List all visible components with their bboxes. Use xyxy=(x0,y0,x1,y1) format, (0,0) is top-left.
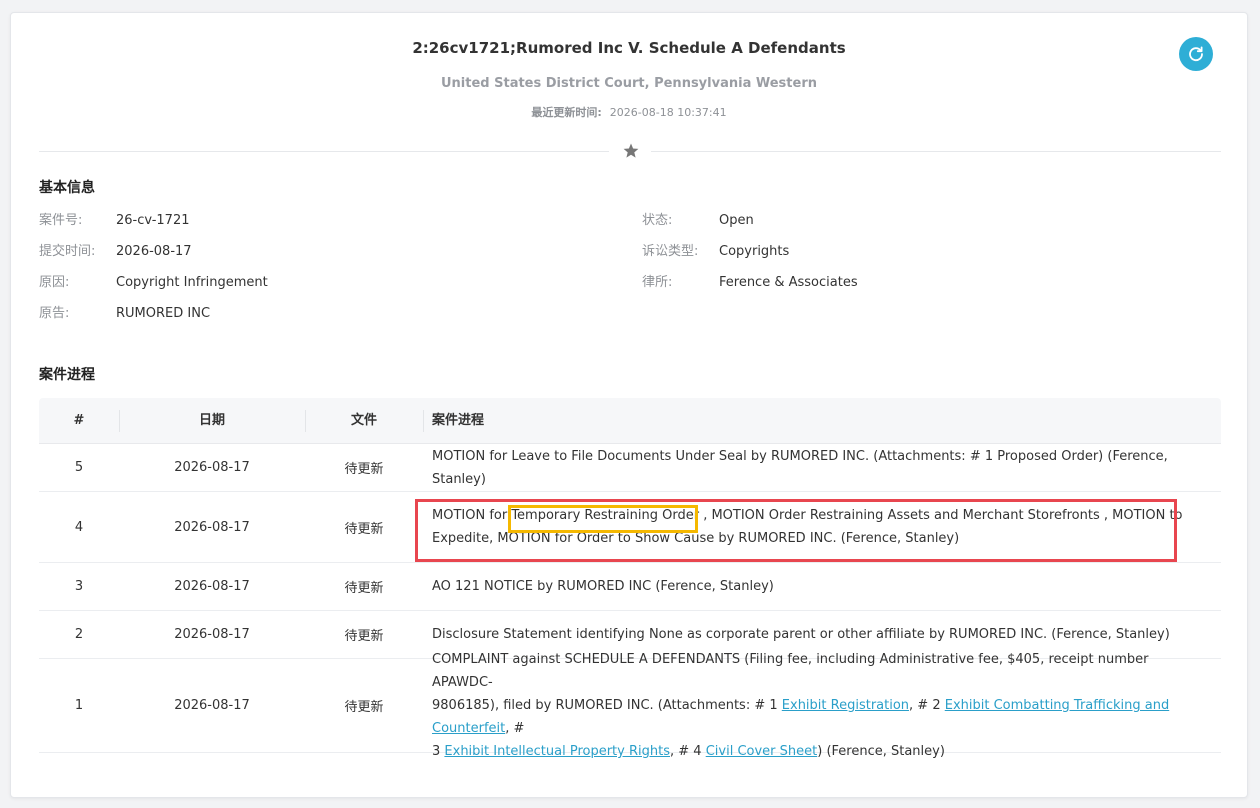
case-detail-card: 2:26cv1721;Rumored Inc V. Schedule A Def… xyxy=(10,12,1248,798)
exhibit-ip-rights-link[interactable]: Exhibit Intellectual Property Rights xyxy=(444,744,670,759)
table-row: 5 2026-08-17 待更新 MOTION for Leave to Fil… xyxy=(39,444,1221,492)
last-updated-value: 2026-08-18 10:37:41 xyxy=(609,106,727,119)
progress-title: 案件进程 xyxy=(39,367,95,383)
star-icon xyxy=(623,143,639,158)
last-updated: 最近更新时间: 2026-08-18 10:37:41 xyxy=(11,104,1247,120)
header-divider xyxy=(39,143,1221,158)
progress-table: # 日期 文件 案件进程 5 2026-08-17 待更新 MOTION for… xyxy=(39,398,1221,759)
refresh-icon xyxy=(1189,46,1203,62)
info-suit-type: 诉讼类型: Copyrights xyxy=(642,244,790,259)
info-plaintiff: 原告: RUMORED INC xyxy=(39,306,211,321)
case-title: 2:26cv1721;Rumored Inc V. Schedule A Def… xyxy=(412,39,846,57)
table-row: 4 2026-08-17 待更新 MOTION for Temporary Re… xyxy=(39,492,1221,563)
col-file: 文件 xyxy=(350,413,377,428)
basic-info-title: 基本信息 xyxy=(39,180,95,196)
last-updated-label: 最近更新时间: xyxy=(531,106,602,119)
col-number: # xyxy=(73,413,85,428)
info-case-number: 案件号: 26-cv-1721 xyxy=(39,213,190,228)
civil-cover-sheet-link[interactable]: Civil Cover Sheet xyxy=(706,744,818,759)
col-date: 日期 xyxy=(198,413,225,428)
info-cause: 原因: Copyright Infringement xyxy=(39,275,268,290)
table-row: 3 2026-08-17 待更新 AO 121 NOTICE by RUMORE… xyxy=(39,563,1221,611)
refresh-button[interactable] xyxy=(1179,37,1213,71)
col-progress: 案件进程 xyxy=(432,413,485,428)
table-header: # 日期 文件 案件进程 xyxy=(39,398,1221,444)
court-name: United States District Court, Pennsylvan… xyxy=(440,76,817,91)
table-row: 1 2026-08-17 待更新 COMPLAINT against SCHED… xyxy=(39,652,1221,759)
exhibit-registration-link[interactable]: Exhibit Registration xyxy=(782,698,909,713)
info-status: 状态: Open xyxy=(642,213,754,228)
info-filed-date: 提交时间: 2026-08-17 xyxy=(39,244,192,259)
info-law-firm: 律所: Ference & Associates xyxy=(642,275,858,290)
